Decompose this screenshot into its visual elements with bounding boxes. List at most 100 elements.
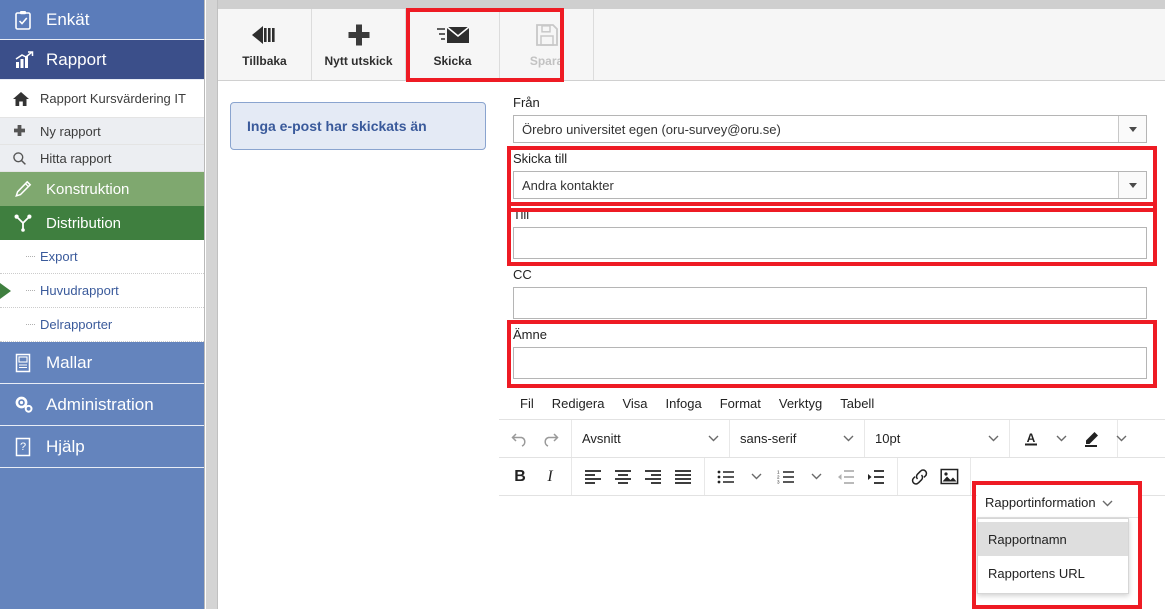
- image-icon[interactable]: [934, 462, 964, 492]
- sidebar-item-label: Ny rapport: [40, 123, 101, 139]
- menu-verktyg[interactable]: Verktyg: [770, 394, 831, 413]
- bullet-list-chevron-down-icon[interactable]: [741, 462, 771, 492]
- outdent-icon[interactable]: [831, 462, 861, 492]
- rich-text-editor: Fil Redigera Visa Infoga Format Verktyg …: [499, 388, 1165, 496]
- email-form: Från Örebro universitet egen (oru-survey…: [499, 90, 1165, 496]
- sidebar-section-label: Distribution: [46, 214, 122, 232]
- numbered-list-chevron-down-icon[interactable]: [801, 462, 831, 492]
- menu-item-rapportens-url[interactable]: Rapportens URL: [978, 556, 1128, 590]
- menu-infoga[interactable]: Infoga: [657, 394, 711, 413]
- send-button[interactable]: Skicka: [406, 9, 500, 80]
- main-content: Tillbaka Nytt utskick Skicka Spara Inga …: [218, 8, 1165, 609]
- align-center-icon[interactable]: [608, 462, 638, 492]
- sidebar-item-enkat[interactable]: Enkät: [0, 0, 204, 40]
- report-information-label: Rapportinformation: [985, 494, 1096, 510]
- sidebar-item-label: Export: [40, 249, 78, 264]
- bullet-list-icon[interactable]: [711, 462, 741, 492]
- share-icon: [14, 214, 46, 232]
- insert-group: [898, 458, 971, 495]
- color-group: A: [1010, 420, 1126, 457]
- to-input[interactable]: [513, 227, 1147, 259]
- align-right-icon[interactable]: [638, 462, 668, 492]
- sidebar-section-konstruktion[interactable]: Konstruktion: [0, 172, 204, 206]
- dispatch-list-column: Inga e-post har skickats än: [218, 90, 498, 150]
- menu-fil[interactable]: Fil: [511, 394, 543, 413]
- plus-icon: [12, 124, 40, 139]
- sidebar-item-label: Rapport: [46, 49, 107, 69]
- from-value: Örebro universitet egen (oru-survey@oru.…: [522, 121, 781, 137]
- gears-icon: [14, 395, 46, 415]
- sidebar-item-label: Mallar: [46, 352, 93, 372]
- sidebar-item-mallar[interactable]: Mallar: [0, 342, 204, 384]
- sidebar-item-rapport-kursvardering[interactable]: Rapport Kursvärdering IT: [0, 80, 204, 118]
- sidebar-item-label: Hjälp: [46, 436, 85, 456]
- sidebar: Enkät Rapport Rapport Kursvärdering IT N…: [0, 0, 205, 609]
- bold-button[interactable]: B: [505, 462, 535, 492]
- sidebar-item-hjalp[interactable]: ? Hjälp: [0, 426, 204, 468]
- sidebar-section-label: Konstruktion: [46, 180, 130, 198]
- sidebar-item-export[interactable]: Export: [0, 240, 204, 274]
- menu-format[interactable]: Format: [711, 394, 770, 413]
- align-justify-icon[interactable]: [668, 462, 698, 492]
- undo-icon[interactable]: [505, 424, 535, 454]
- sidebar-filler: [0, 468, 204, 609]
- field-to: Till: [499, 202, 1165, 266]
- field-send-to: Skicka till Andra kontakter: [499, 146, 1165, 212]
- vertical-scrollbar[interactable]: [206, 0, 218, 609]
- sidebar-item-label: Huvudrapport: [40, 283, 119, 298]
- text-color-chevron-down-icon[interactable]: [1046, 424, 1076, 454]
- floppy-disk-icon: [535, 22, 559, 48]
- chevron-down-icon: [698, 435, 719, 442]
- indent-icon[interactable]: [861, 462, 891, 492]
- block-format-select[interactable]: Avsnitt: [572, 420, 730, 457]
- chevron-down-icon: [978, 435, 999, 442]
- redo-icon[interactable]: [535, 424, 565, 454]
- menu-tabell[interactable]: Tabell: [831, 394, 883, 413]
- svg-text:3: 3: [777, 479, 780, 484]
- field-subject: Ämne: [499, 320, 1165, 388]
- chevron-down-icon[interactable]: [1118, 116, 1146, 142]
- action-toolbar: Tillbaka Nytt utskick Skicka Spara: [218, 8, 1165, 82]
- font-size-select[interactable]: 10pt: [865, 420, 1010, 457]
- cc-label: CC: [513, 267, 532, 282]
- to-label: Till: [513, 207, 530, 222]
- horizontal-scrollbar[interactable]: [218, 0, 1165, 9]
- sidebar-item-rapport[interactable]: Rapport: [0, 40, 204, 80]
- menu-item-rapportnamn[interactable]: Rapportnamn: [978, 522, 1128, 556]
- sidebar-item-ny-rapport[interactable]: Ny rapport: [0, 118, 204, 145]
- back-button[interactable]: Tillbaka: [218, 9, 312, 80]
- align-left-icon[interactable]: [578, 462, 608, 492]
- send-envelope-icon: [436, 22, 470, 48]
- font-family-select[interactable]: sans-serif: [730, 420, 865, 457]
- chevron-down-icon[interactable]: [1118, 172, 1146, 198]
- bar-chart-icon: [14, 50, 46, 69]
- cc-input[interactable]: [513, 287, 1147, 319]
- sidebar-item-delrapporter[interactable]: Delrapporter: [0, 308, 204, 342]
- numbered-list-icon[interactable]: 123: [771, 462, 801, 492]
- block-format-value: Avsnitt: [582, 431, 621, 446]
- application-window: Enkät Rapport Rapport Kursvärdering IT N…: [0, 0, 1165, 609]
- back-button-label: Tillbaka: [242, 53, 287, 68]
- sidebar-item-label: Enkät: [46, 9, 90, 29]
- menu-redigera[interactable]: Redigera: [543, 394, 614, 413]
- send-to-select[interactable]: Andra kontakter: [513, 171, 1147, 199]
- italic-button[interactable]: I: [535, 462, 565, 492]
- sidebar-item-administration[interactable]: Administration: [0, 384, 204, 426]
- subject-input[interactable]: [513, 347, 1147, 379]
- svg-text:?: ?: [20, 441, 26, 453]
- field-cc: CC: [499, 262, 1165, 322]
- text-color-icon[interactable]: A: [1016, 424, 1046, 454]
- pencil-icon: [14, 180, 46, 198]
- from-select[interactable]: Örebro universitet egen (oru-survey@oru.…: [513, 115, 1147, 143]
- sidebar-item-huvudrapport[interactable]: Huvudrapport: [0, 274, 204, 308]
- sidebar-item-hitta-rapport[interactable]: Hitta rapport: [0, 145, 204, 172]
- new-dispatch-button[interactable]: Nytt utskick: [312, 9, 406, 80]
- report-information-toggle[interactable]: Rapportinformation: [977, 487, 1142, 518]
- sidebar-section-distribution[interactable]: Distribution: [0, 206, 204, 240]
- marker-pen-icon[interactable]: [1076, 424, 1106, 454]
- menu-visa[interactable]: Visa: [613, 394, 656, 413]
- send-to-value: Andra kontakter: [522, 177, 614, 193]
- report-information-dropdown: Rapportinformation Rapportnamn Rapporten…: [972, 481, 1142, 609]
- list-group: 123: [705, 458, 898, 495]
- link-icon[interactable]: [904, 462, 934, 492]
